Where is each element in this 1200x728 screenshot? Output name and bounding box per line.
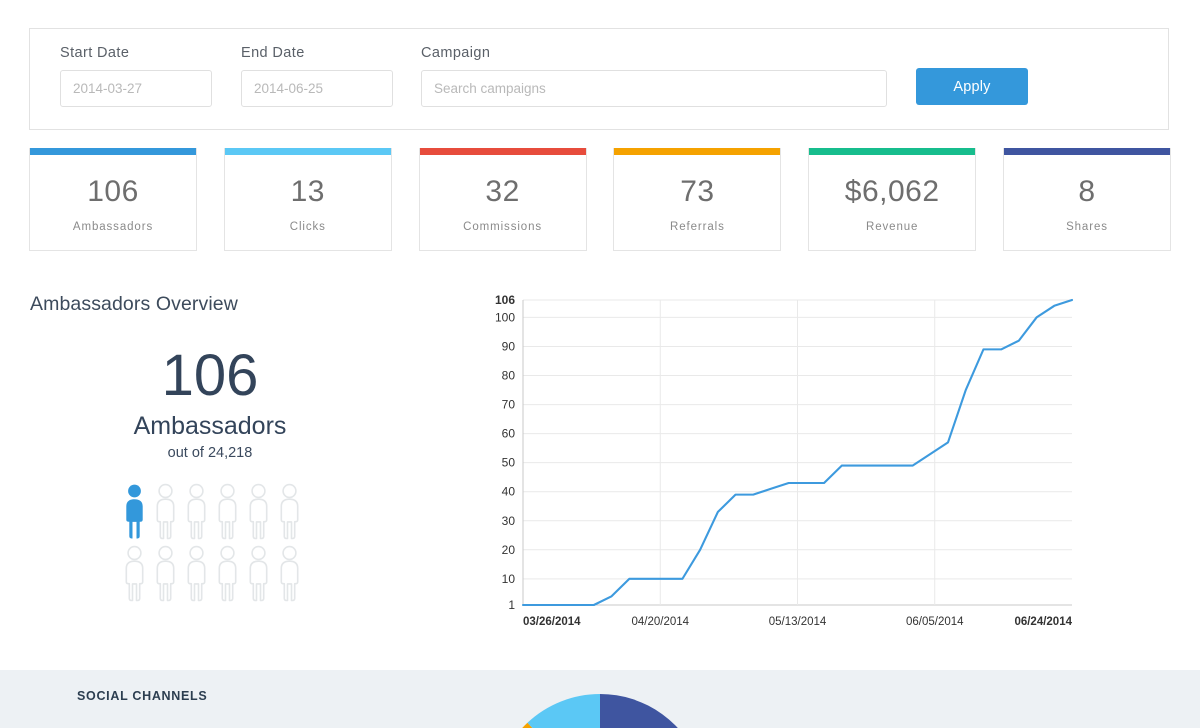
start-date-label: Start Date bbox=[60, 45, 212, 61]
chart-ytick-label: 10 bbox=[502, 572, 516, 586]
person-icon-empty bbox=[212, 542, 243, 604]
kpi-value: 106 bbox=[30, 175, 196, 209]
kpi-card-revenue[interactable]: $6,062 Revenue bbox=[808, 148, 976, 251]
person-icon-empty bbox=[119, 542, 150, 604]
chart-xtick-label: 05/13/2014 bbox=[769, 616, 827, 628]
person-icon-empty bbox=[274, 480, 305, 542]
campaign-group: Campaign bbox=[421, 45, 887, 107]
chart-ytick-label: 40 bbox=[502, 485, 516, 499]
ambassadors-summary: 106 Ambassadors out of 24,218 bbox=[30, 345, 390, 461]
chart-ytick-label: 90 bbox=[502, 339, 516, 353]
end-date-input[interactable] bbox=[241, 70, 393, 107]
chart-ytick-label: 30 bbox=[502, 514, 516, 528]
ambassadors-caption: Ambassadors bbox=[30, 411, 390, 441]
chart-ytick-label: 1 bbox=[508, 598, 515, 612]
chart-ytick-label: 106 bbox=[495, 293, 515, 307]
pie-slice-facebook[interactable] bbox=[600, 694, 706, 728]
ambassadors-line-chart-svg: 1 10 20 30 40 50 60 70 80 90 100 106 03/26/2014 04/20… bbox=[470, 288, 1110, 643]
kpi-value: 73 bbox=[614, 175, 780, 209]
chart-xtick-label: 06/24/2014 bbox=[1014, 616, 1072, 628]
social-channels-pie bbox=[488, 688, 712, 728]
ambassadors-total: out of 24,218 bbox=[30, 445, 390, 461]
kpi-accent-bar bbox=[225, 148, 391, 155]
kpi-accent-bar bbox=[809, 148, 975, 155]
person-icon-empty bbox=[181, 480, 212, 542]
ambassadors-pictogram bbox=[119, 480, 305, 604]
chart-ytick-label: 80 bbox=[502, 369, 516, 383]
kpi-accent-bar bbox=[614, 148, 780, 155]
kpi-value: 32 bbox=[420, 175, 586, 209]
person-icon-empty bbox=[212, 480, 243, 542]
start-date-group: Start Date bbox=[60, 45, 212, 107]
person-icon-empty bbox=[243, 542, 274, 604]
kpi-label: Shares bbox=[1004, 221, 1170, 233]
person-icon-empty bbox=[274, 542, 305, 604]
chart-xtick-label: 03/26/2014 bbox=[523, 616, 581, 628]
chart-ytick-label: 60 bbox=[502, 427, 516, 441]
person-icon-empty bbox=[181, 542, 212, 604]
kpi-label: Commissions bbox=[420, 221, 586, 233]
ambassadors-growth-chart: 1 10 20 30 40 50 60 70 80 90 100 106 03/26/2014 04/20… bbox=[470, 288, 1110, 643]
person-icon-empty bbox=[243, 480, 274, 542]
end-date-label: End Date bbox=[241, 45, 393, 61]
chart-ytick-label: 20 bbox=[502, 543, 516, 557]
kpi-value: 8 bbox=[1004, 175, 1170, 209]
kpi-accent-bar bbox=[420, 148, 586, 155]
person-icon-filled bbox=[119, 480, 150, 542]
kpi-value: $6,062 bbox=[809, 175, 975, 209]
kpi-card-clicks[interactable]: 13 Clicks bbox=[224, 148, 392, 251]
chart-ytick-label: 100 bbox=[495, 310, 515, 324]
kpi-label: Clicks bbox=[225, 221, 391, 233]
chart-ytick-label: 50 bbox=[502, 456, 516, 470]
kpi-accent-bar bbox=[1004, 148, 1170, 155]
person-icon-empty bbox=[150, 542, 181, 604]
chart-xtick-label: 06/05/2014 bbox=[906, 616, 964, 628]
kpi-card-shares[interactable]: 8 Shares bbox=[1003, 148, 1171, 251]
kpi-card-commissions[interactable]: 32 Commissions bbox=[419, 148, 587, 251]
campaign-label: Campaign bbox=[421, 45, 887, 61]
pie-slice-other[interactable] bbox=[527, 694, 600, 728]
chart-ytick-label: 70 bbox=[502, 398, 516, 412]
kpi-card-referrals[interactable]: 73 Referrals bbox=[613, 148, 781, 251]
kpi-label: Referrals bbox=[614, 221, 780, 233]
chart-xtick-label: 04/20/2014 bbox=[631, 616, 689, 628]
filter-panel: Start Date End Date Campaign Apply bbox=[29, 28, 1169, 130]
kpi-value: 13 bbox=[225, 175, 391, 209]
kpi-card-ambassadors[interactable]: 106 Ambassadors bbox=[29, 148, 197, 251]
social-channels-title: SOCIAL CHANNELS bbox=[77, 689, 207, 703]
social-channels-panel: SOCIAL CHANNELS bbox=[0, 670, 1200, 728]
kpi-label: Ambassadors bbox=[30, 221, 196, 233]
kpi-card-row: 106 Ambassadors 13 Clicks 32 Commissions… bbox=[29, 148, 1171, 251]
social-channels-pie-svg bbox=[488, 688, 712, 728]
start-date-input[interactable] bbox=[60, 70, 212, 107]
kpi-label: Revenue bbox=[809, 221, 975, 233]
kpi-accent-bar bbox=[30, 148, 196, 155]
ambassadors-overview-title: Ambassadors Overview bbox=[30, 293, 238, 316]
end-date-group: End Date bbox=[241, 45, 393, 107]
campaign-search-input[interactable] bbox=[421, 70, 887, 107]
ambassadors-count: 106 bbox=[30, 345, 390, 407]
person-icon-empty bbox=[150, 480, 181, 542]
apply-button[interactable]: Apply bbox=[916, 68, 1028, 105]
